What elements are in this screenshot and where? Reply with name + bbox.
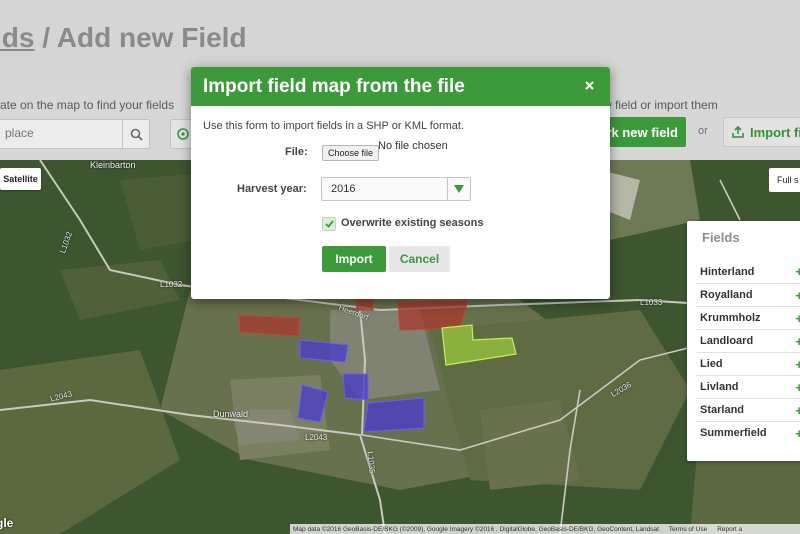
- create-hint: w field or import them: [603, 98, 718, 112]
- field-polygon[interactable]: [238, 314, 301, 337]
- dropdown-arrow: [447, 178, 470, 200]
- add-field-icon[interactable]: +: [795, 380, 800, 395]
- add-field-icon[interactable]: +: [795, 334, 800, 349]
- or-separator: or: [698, 125, 708, 137]
- search-button[interactable]: [122, 120, 149, 148]
- field-polygon[interactable]: [397, 299, 469, 331]
- harvest-year-label: Harvest year:: [237, 183, 307, 195]
- search-icon: [130, 128, 143, 141]
- harvest-year-select[interactable]: 2016: [321, 177, 471, 201]
- satellite-toggle-button[interactable]: Satellite: [0, 168, 41, 190]
- field-name: Royalland: [700, 289, 753, 301]
- caret-down-icon: [454, 185, 464, 193]
- cancel-button[interactable]: Cancel: [389, 246, 450, 272]
- field-name: Starland: [700, 404, 745, 416]
- import-button[interactable]: Import: [322, 246, 386, 272]
- road-label: L1033: [640, 298, 663, 307]
- close-button[interactable]: [583, 79, 595, 91]
- google-logo: gle: [0, 516, 14, 530]
- field-name: Krummholz: [700, 312, 761, 324]
- choose-file-button[interactable]: Choose file: [322, 145, 380, 161]
- add-field-icon[interactable]: +: [795, 426, 800, 441]
- add-field-icon[interactable]: +: [795, 403, 800, 418]
- map-attribution: Map data ©2016 GeoBasis-DE/BKG (©2009), …: [290, 524, 800, 534]
- field-list-item[interactable]: Royalland +: [696, 283, 800, 306]
- add-field-icon[interactable]: +: [795, 288, 800, 303]
- road-label: L1035: [365, 451, 377, 474]
- breadcrumb-current: Add new Field: [56, 22, 247, 53]
- overwrite-label[interactable]: Overwrite existing seasons: [341, 217, 483, 229]
- place-search-input[interactable]: [3, 125, 117, 141]
- breadcrumb-separator: /: [34, 22, 57, 53]
- place-label: Dunwald: [213, 409, 249, 419]
- fields-panel-title: Fields: [702, 230, 740, 245]
- attribution-text: Map data ©2016 GeoBasis-DE/BKG (©2009), …: [293, 525, 659, 533]
- fields-panel: Fields Hinterland + Royalland + Krummholz +…: [687, 221, 800, 461]
- field-list-item[interactable]: Landloard +: [696, 329, 800, 352]
- place-search-box: [0, 119, 150, 149]
- add-field-icon[interactable]: +: [795, 264, 800, 279]
- dialog-description: Use this form to import fields in a SHP …: [203, 120, 465, 132]
- field-polygon[interactable]: [354, 297, 374, 311]
- field-list-item[interactable]: Livland +: [696, 375, 800, 398]
- report-link[interactable]: Report a: [717, 526, 742, 533]
- upload-icon: [732, 126, 744, 138]
- terms-link[interactable]: Terms of Use: [669, 526, 707, 533]
- harvest-year-value: 2016: [331, 183, 356, 195]
- field-name: Hinterland: [700, 265, 755, 278]
- add-field-icon[interactable]: +: [795, 311, 800, 326]
- overwrite-checkbox[interactable]: [322, 217, 336, 231]
- field-name: Summerfield: [700, 427, 767, 439]
- breadcrumb-fields-link[interactable]: lds: [0, 22, 34, 53]
- field-list-item[interactable]: Lied +: [696, 352, 800, 375]
- file-label: File:: [285, 146, 308, 158]
- field-list: Hinterland + Royalland + Krummholz + Landlo…: [696, 260, 800, 444]
- place-label: Kleinbarton: [90, 160, 136, 170]
- file-status: No file chosen: [378, 140, 448, 152]
- field-name: Landloard: [700, 335, 754, 347]
- import-dialog: Import field map from the file Use this …: [191, 67, 610, 299]
- import-file-label: Import fi: [750, 124, 800, 140]
- field-polygon[interactable]: [342, 373, 369, 401]
- field-polygon[interactable]: [363, 397, 425, 433]
- close-icon: [584, 80, 594, 90]
- crosshair-icon: [177, 128, 189, 140]
- road-label: L1032: [160, 280, 183, 289]
- search-hint: ate on the map to find your fields: [0, 98, 175, 112]
- dialog-title: Import field map from the file: [203, 76, 465, 97]
- dialog-header: Import field map from the file: [191, 67, 610, 106]
- mark-new-field-button[interactable]: rk new field: [597, 117, 686, 147]
- checkmark-icon: [324, 220, 334, 228]
- field-list-item[interactable]: Hinterland +: [696, 260, 800, 283]
- fullscreen-button[interactable]: Full s: [769, 168, 800, 192]
- page-title: lds / Add new Field: [0, 22, 247, 54]
- add-field-icon[interactable]: +: [795, 357, 800, 372]
- field-list-item[interactable]: Starland +: [696, 398, 800, 421]
- import-file-button[interactable]: Import fi: [723, 117, 800, 147]
- field-list-item[interactable]: Summerfield +: [696, 421, 800, 444]
- field-name: Livland: [700, 381, 739, 393]
- field-list-item[interactable]: Krummholz +: [696, 306, 800, 329]
- road-label: L2043: [305, 433, 328, 442]
- field-name: Lied: [700, 358, 723, 370]
